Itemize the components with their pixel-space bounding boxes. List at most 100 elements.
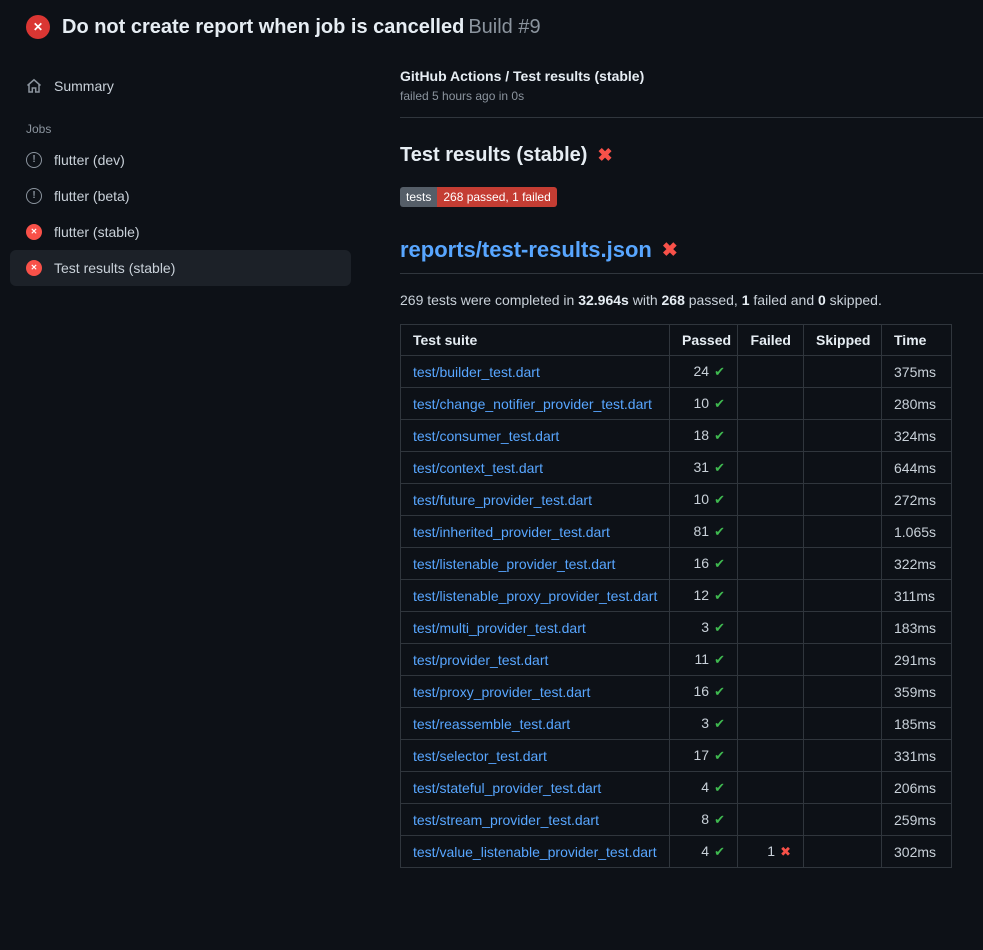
passed-cell: 8✔ — [670, 804, 738, 836]
time-cell: 302ms — [882, 836, 952, 868]
suite-link[interactable]: test/context_test.dart — [413, 460, 543, 476]
time-cell: 375ms — [882, 356, 952, 388]
badge-label: tests — [400, 187, 437, 207]
passed-cell: 16 ✔ — [670, 676, 738, 708]
suite-link[interactable]: test/future_provider_test.dart — [413, 492, 592, 508]
check-icon: ✔ — [714, 684, 725, 699]
summary-passed-label: passed, — [685, 292, 742, 308]
failed-cell — [738, 516, 804, 548]
check-icon: ✔ — [714, 844, 725, 859]
suite-link[interactable]: test/stream_provider_test.dart — [413, 812, 599, 828]
failed-cell-value: 1 — [767, 843, 775, 859]
table-row: test/reassemble_test.dart3✔185ms — [401, 708, 952, 740]
suite-cell: test/reassemble_test.dart — [401, 708, 670, 740]
report-link[interactable]: reports/test-results.json — [400, 237, 652, 263]
col-header-skipped: Skipped — [804, 325, 882, 356]
time-cell: 322ms — [882, 548, 952, 580]
suite-cell: test/listenable_proxy_provider_test.dart — [401, 580, 670, 612]
suite-link[interactable]: test/listenable_proxy_provider_test.dart — [413, 588, 657, 604]
time-cell: 359ms — [882, 676, 952, 708]
summary-duration: 32.964s — [578, 292, 629, 308]
sidebar: Summary Jobs ! flutter (dev) ! flutter (… — [0, 52, 376, 286]
passed-cell-value: 16 — [694, 683, 710, 699]
table-row: test/listenable_proxy_provider_test.dart… — [401, 580, 952, 612]
skipped-cell — [804, 388, 882, 420]
x-circle-icon: ✕ — [26, 224, 42, 240]
skipped-cell — [804, 484, 882, 516]
suite-cell: test/selector_test.dart — [401, 740, 670, 772]
passed-cell: 4✔ — [670, 836, 738, 868]
sidebar-item-label: Summary — [54, 78, 114, 94]
suite-link[interactable]: test/value_listenable_provider_test.dart — [413, 844, 657, 860]
table-row: test/value_listenable_provider_test.dart… — [401, 836, 952, 868]
failed-x-icon: ✖ — [662, 239, 678, 262]
suite-link[interactable]: test/reassemble_test.dart — [413, 716, 570, 732]
passed-cell-value: 16 — [694, 555, 710, 571]
suite-link[interactable]: test/consumer_test.dart — [413, 428, 559, 444]
suite-link[interactable]: test/proxy_provider_test.dart — [413, 684, 590, 700]
skipped-cell — [804, 804, 882, 836]
table-row: test/selector_test.dart17✔331ms — [401, 740, 952, 772]
check-icon: ✔ — [714, 460, 725, 475]
jobs-list: ! flutter (dev) ! flutter (beta) ✕ flutt… — [10, 142, 351, 286]
report-heading: reports/test-results.json ✖ — [400, 237, 983, 274]
passed-cell: 16✔ — [670, 548, 738, 580]
suite-link[interactable]: test/multi_provider_test.dart — [413, 620, 586, 636]
suite-link[interactable]: test/provider_test.dart — [413, 652, 548, 668]
passed-cell-value: 3 — [701, 619, 709, 635]
suite-link[interactable]: test/selector_test.dart — [413, 748, 547, 764]
suite-cell: test/future_provider_test.dart — [401, 484, 670, 516]
sidebar-item-label: flutter (dev) — [54, 152, 125, 168]
skipped-cell — [804, 612, 882, 644]
badge-value: 268 passed, 1 failed — [437, 187, 556, 207]
passed-cell-value: 10 — [694, 395, 710, 411]
check-icon: ✔ — [714, 524, 725, 539]
table-row: test/change_notifier_provider_test.dart 1… — [401, 388, 952, 420]
time-cell: 259ms — [882, 804, 952, 836]
skipped-cell — [804, 772, 882, 804]
home-icon — [26, 78, 42, 94]
check-icon: ✔ — [714, 588, 725, 603]
check-icon: ✔ — [714, 716, 725, 731]
skipped-cell — [804, 420, 882, 452]
sidebar-item-label: Test results (stable) — [54, 260, 175, 276]
passed-cell: 10✔ — [670, 388, 738, 420]
suite-link[interactable]: test/change_notifier_provider_test.dart — [413, 396, 652, 412]
sidebar-item-flutter-stable[interactable]: ✕ flutter (stable) — [10, 214, 351, 250]
sidebar-item-flutter-dev[interactable]: ! flutter (dev) — [10, 142, 351, 178]
passed-cell-value: 31 — [694, 459, 710, 475]
check-icon: ✔ — [714, 652, 725, 667]
breadcrumb: GitHub Actions / Test results (stable) — [400, 68, 983, 84]
table-row: test/consumer_test.dart18✔324ms — [401, 420, 952, 452]
table-row: test/provider_test.dart11✔291ms — [401, 644, 952, 676]
suite-link[interactable]: test/inherited_provider_test.dart — [413, 524, 610, 540]
check-icon: ✔ — [714, 748, 725, 763]
suite-link[interactable]: test/listenable_provider_test.dart — [413, 556, 615, 572]
table-header-row: Test suite Passed Failed Skipped Time — [401, 325, 952, 356]
table-row: test/builder_test.dart24✔375ms — [401, 356, 952, 388]
time-cell: 206ms — [882, 772, 952, 804]
time-cell: 1.065s — [882, 516, 952, 548]
failed-cell — [738, 484, 804, 516]
check-run-title: Test results (stable)✖ — [400, 144, 983, 167]
failed-cell — [738, 644, 804, 676]
check-icon: ✔ — [714, 428, 725, 443]
time-cell: 185ms — [882, 708, 952, 740]
failed-cell: 1✖ — [738, 836, 804, 868]
suite-cell: test/stateful_provider_test.dart — [401, 772, 670, 804]
failed-cell — [738, 676, 804, 708]
sidebar-item-flutter-beta[interactable]: ! flutter (beta) — [10, 178, 351, 214]
tests-badge: tests268 passed, 1 failed — [400, 187, 557, 207]
sidebar-item-test-results-stable[interactable]: ✕ Test results (stable) — [10, 250, 351, 286]
suite-cell: test/proxy_provider_test.dart — [401, 676, 670, 708]
suite-cell: test/provider_test.dart — [401, 644, 670, 676]
suite-link[interactable]: test/builder_test.dart — [413, 364, 540, 380]
skipped-cell — [804, 836, 882, 868]
sidebar-item-label: flutter (beta) — [54, 188, 129, 204]
sidebar-item-summary[interactable]: Summary — [10, 68, 351, 104]
skipped-cell — [804, 548, 882, 580]
skipped-cell — [804, 516, 882, 548]
suite-link[interactable]: test/stateful_provider_test.dart — [413, 780, 601, 796]
passed-cell: 4✔ — [670, 772, 738, 804]
suite-cell: test/listenable_provider_test.dart — [401, 548, 670, 580]
